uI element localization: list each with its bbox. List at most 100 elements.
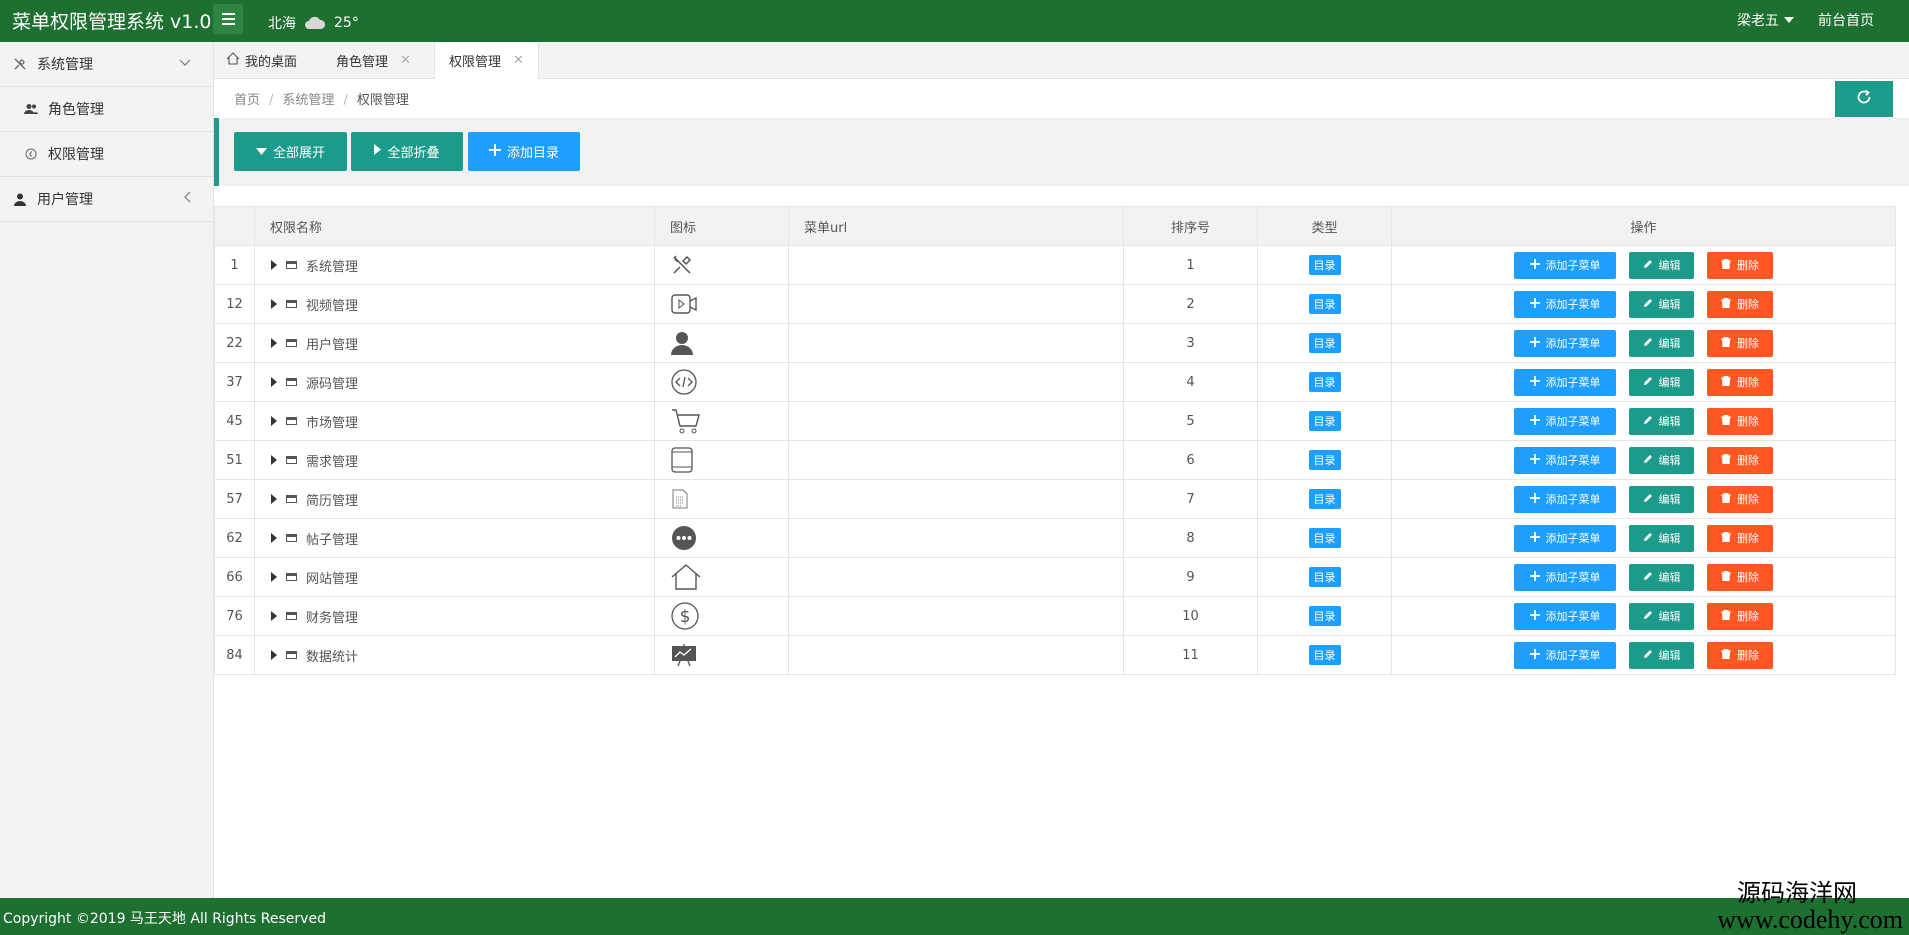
- pencil-icon: [1643, 259, 1653, 272]
- main-content: 全部展开 全部折叠 添加目录 权限名称 图标 菜单url 排序号 类型 操作 1…: [214, 117, 1909, 898]
- menu-toggle-button[interactable]: [213, 4, 243, 34]
- sidebar: 系统管理 角色管理 权限管理 用户管理: [0, 42, 214, 898]
- collapse-all-button[interactable]: 全部折叠: [351, 132, 463, 171]
- caret-right-icon: [374, 144, 382, 159]
- code-icon: [671, 367, 697, 397]
- user-menu[interactable]: 梁老五: [1737, 10, 1794, 30]
- row-id: 62: [214, 518, 255, 558]
- tab-permissions[interactable]: 权限管理 ✕: [434, 42, 539, 79]
- row-sort: 9: [1123, 557, 1258, 597]
- type-badge: 目录: [1308, 567, 1341, 587]
- add-submenu-button[interactable]: 添加子菜单: [1514, 251, 1616, 279]
- row-name-cell: 数据统计: [254, 635, 655, 675]
- row-type-cell: 目录: [1257, 440, 1392, 480]
- caret-right-icon[interactable]: [271, 377, 277, 387]
- sidebar-item-users[interactable]: 用户管理: [0, 177, 213, 222]
- delete-button[interactable]: 删除: [1707, 290, 1773, 318]
- delete-button[interactable]: 删除: [1707, 485, 1773, 513]
- edit-button[interactable]: 编辑: [1629, 290, 1694, 318]
- tab-roles[interactable]: 角色管理 ✕: [336, 42, 411, 78]
- add-submenu-button[interactable]: 添加子菜单: [1514, 407, 1616, 435]
- trash-icon: [1721, 375, 1731, 389]
- close-icon[interactable]: ✕: [400, 53, 411, 68]
- edit-button[interactable]: 编辑: [1629, 641, 1694, 669]
- edit-button[interactable]: 编辑: [1629, 446, 1694, 474]
- type-badge: 目录: [1308, 294, 1341, 314]
- edit-button[interactable]: 编辑: [1629, 485, 1694, 513]
- caret-right-icon[interactable]: [271, 494, 277, 504]
- edit-label: 编辑: [1658, 298, 1681, 311]
- caret-right-icon[interactable]: [271, 416, 277, 426]
- delete-button[interactable]: 删除: [1707, 251, 1773, 279]
- edit-button[interactable]: 编辑: [1629, 368, 1694, 396]
- edit-label: 编辑: [1658, 610, 1681, 623]
- row-name-cell: 网站管理: [254, 557, 655, 597]
- chat-icon: [671, 523, 697, 553]
- expand-all-button[interactable]: 全部展开: [234, 132, 347, 171]
- edit-button[interactable]: 编辑: [1629, 524, 1694, 552]
- row-icon-cell: [654, 323, 789, 363]
- delete-button[interactable]: 删除: [1707, 563, 1773, 591]
- close-icon[interactable]: ✕: [513, 53, 524, 68]
- edit-button[interactable]: 编辑: [1629, 251, 1694, 279]
- edit-button[interactable]: 编辑: [1629, 563, 1694, 591]
- table-row: 51 需求管理 6 目录 添加子菜单 编辑 删除: [214, 440, 1896, 480]
- add-submenu-button[interactable]: 添加子菜单: [1514, 524, 1616, 552]
- breadcrumb-system[interactable]: 系统管理: [282, 93, 334, 108]
- breadcrumb-home[interactable]: 首页: [234, 93, 260, 108]
- video-icon: [671, 289, 697, 319]
- edit-button[interactable]: 编辑: [1629, 329, 1694, 357]
- add-submenu-button[interactable]: 添加子菜单: [1514, 563, 1616, 591]
- caret-right-icon[interactable]: [271, 338, 277, 348]
- edit-label: 编辑: [1658, 571, 1681, 584]
- caret-right-icon[interactable]: [271, 455, 277, 465]
- add-directory-label: 添加目录: [506, 146, 559, 161]
- add-submenu-button[interactable]: 添加子菜单: [1514, 290, 1616, 318]
- caret-right-icon[interactable]: [271, 533, 277, 543]
- edit-button[interactable]: 编辑: [1629, 602, 1694, 630]
- caret-right-icon[interactable]: [271, 611, 277, 621]
- add-submenu-label: 添加子菜单: [1545, 493, 1601, 506]
- delete-label: 删除: [1737, 259, 1759, 272]
- caret-right-icon[interactable]: [271, 260, 277, 270]
- edit-button[interactable]: 编辑: [1629, 407, 1694, 435]
- caret-right-icon[interactable]: [271, 572, 277, 582]
- delete-button[interactable]: 删除: [1707, 407, 1773, 435]
- sidebar-item-permissions[interactable]: 权限管理: [0, 132, 213, 177]
- row-type-cell: 目录: [1257, 479, 1392, 519]
- caret-right-icon[interactable]: [271, 299, 277, 309]
- delete-button[interactable]: 删除: [1707, 329, 1773, 357]
- home-link[interactable]: 前台首页: [1818, 10, 1874, 30]
- sidebar-item-system[interactable]: 系统管理: [0, 42, 213, 87]
- delete-button[interactable]: 删除: [1707, 602, 1773, 630]
- tab-desktop[interactable]: 我的桌面: [226, 42, 297, 78]
- add-submenu-button[interactable]: 添加子菜单: [1514, 485, 1616, 513]
- row-name-cell: 视频管理: [254, 284, 655, 324]
- house-icon: [671, 562, 701, 592]
- tablet-icon: [671, 445, 693, 475]
- tools-icon: [13, 57, 27, 71]
- folder-icon: [286, 456, 297, 464]
- breadcrumb: 首页 / 系统管理 / 权限管理: [234, 93, 409, 108]
- delete-button[interactable]: 删除: [1707, 524, 1773, 552]
- chevron-down-icon: [179, 56, 191, 70]
- add-submenu-button[interactable]: 添加子菜单: [1514, 368, 1616, 396]
- row-sort: 2: [1123, 284, 1258, 324]
- caret-right-icon[interactable]: [271, 650, 277, 660]
- pencil-icon: [1643, 649, 1653, 662]
- delete-button[interactable]: 删除: [1707, 368, 1773, 396]
- row-url: [788, 362, 1124, 402]
- row-ops-cell: 添加子菜单 编辑 删除: [1391, 401, 1896, 441]
- add-submenu-button[interactable]: 添加子菜单: [1514, 641, 1616, 669]
- add-submenu-button[interactable]: 添加子菜单: [1514, 329, 1616, 357]
- add-directory-button[interactable]: 添加目录: [468, 132, 580, 171]
- trash-icon: [1721, 609, 1731, 623]
- delete-button[interactable]: 删除: [1707, 446, 1773, 474]
- type-badge: 目录: [1308, 606, 1341, 626]
- add-submenu-button[interactable]: 添加子菜单: [1514, 446, 1616, 474]
- add-submenu-button[interactable]: 添加子菜单: [1514, 602, 1616, 630]
- refresh-button[interactable]: [1835, 81, 1893, 117]
- delete-button[interactable]: 删除: [1707, 641, 1773, 669]
- sidebar-item-roles[interactable]: 角色管理: [0, 87, 213, 132]
- top-header: 菜单权限管理系统 v1.0 北海 25° 梁老五 前台首页: [0, 0, 1909, 42]
